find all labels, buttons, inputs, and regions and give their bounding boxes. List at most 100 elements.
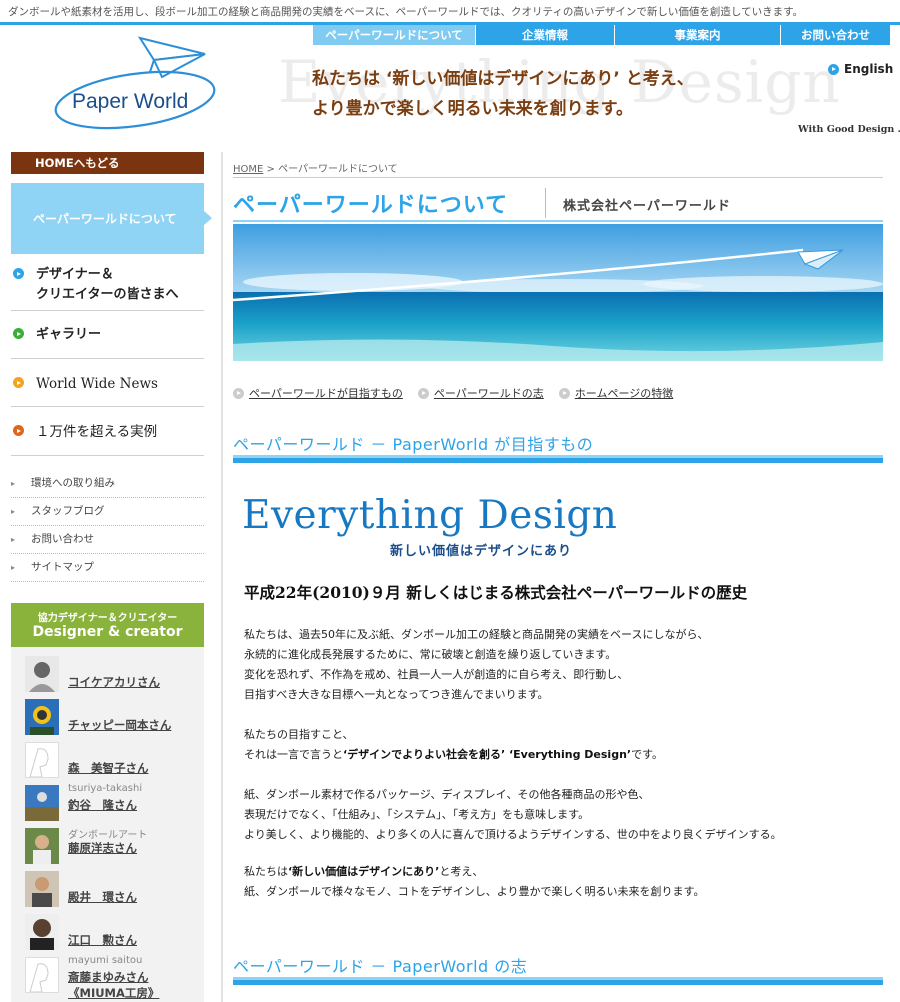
anchor-spirit[interactable]: ペーパーワールドの志 <box>417 385 544 401</box>
designer-name[interactable]: 斎藤まゆみさん <box>68 969 149 985</box>
paragraph-3: 紙、ダンボール素材で作るパッケージ、ディスプレイ、その他各種商品の形や色、 表現… <box>244 785 782 845</box>
sidebar-sub-sitemap[interactable]: サイトマップ <box>11 554 204 582</box>
designer-entry[interactable]: mayumi saitou 斎藤まゆみさん 《MIUMA工房》 <box>25 955 200 1002</box>
designer-photo <box>25 828 59 864</box>
designer-entry[interactable]: コイケアカリさん <box>25 656 200 694</box>
designer-name[interactable]: 藤原洋志さん <box>68 840 137 856</box>
sidebar-sub-blog[interactable]: スタッフブログ <box>11 498 204 526</box>
designer-entry[interactable]: 森 美智子さん <box>25 742 200 780</box>
sidebar-sub-environment[interactable]: 環境への取り組み <box>11 470 204 498</box>
anchor-goal-label: ペーパーワールドが目指すもの <box>249 387 403 400</box>
sidebar-item-label: World Wide News <box>36 376 158 392</box>
paragraph-line: 私たちは、過去50年に及ぶ紙、ダンボール加工の経験と商品開発の実績をベースにしな… <box>244 628 709 641</box>
breadcrumb-home[interactable]: HOME <box>233 164 263 175</box>
nav-company[interactable]: 企業情報 <box>475 25 614 45</box>
anchor-spirit-label: ペーパーワールドの志 <box>433 387 544 400</box>
paragraph-line: 変化を恐れず、不作為を戒め、社員一人一人が創造的に自ら考え、即行動し、 <box>244 668 629 681</box>
designer-photo <box>25 785 59 821</box>
page-title: ペーパーワールドについて <box>233 193 509 218</box>
designer-photo <box>25 871 59 907</box>
paragraph-line: それは一言で言うと‘デザインでよりよい社会を創る’ ‘Everything De… <box>244 745 663 765</box>
emphasis: ‘新しい価値はデザインにあり’ <box>288 865 440 878</box>
designer-entry[interactable]: tsuriya-takashi 釣谷 隆さん <box>25 783 200 823</box>
designer-entry[interactable]: チャッピー岡本さん <box>25 699 200 737</box>
designer-list: コイケアカリさん チャッピー岡本さん 森 美智子さん tsuriya-takas… <box>11 647 204 1002</box>
designer-subtitle: ダンボールアート <box>68 830 148 841</box>
designer-name[interactable]: 殿井 環さん <box>68 889 137 905</box>
arrow-circle-icon <box>558 387 570 399</box>
sidebar-sub-contact[interactable]: お問い合わせ <box>11 526 204 554</box>
paragraph-line: 目指すべき大きな目標へ一丸となってつき進んでまいります。 <box>244 688 549 701</box>
designer-creator-header: 協力デザイナー＆クリエイター Designer & creator <box>11 603 204 647</box>
designer-photo <box>25 656 59 692</box>
designer-head-big: Designer & creator <box>32 624 183 640</box>
designer-name[interactable]: 釣谷 隆さん <box>68 797 137 813</box>
paragraph-line: 私たちは‘新しい価値はデザインにあり’と考え、 <box>244 862 704 882</box>
designer-photo <box>25 914 59 950</box>
nav-business[interactable]: 事業案内 <box>614 25 780 45</box>
designer-photo-placeholder <box>25 957 59 993</box>
text: です。 <box>631 748 663 761</box>
arrow-circle-icon <box>417 387 429 399</box>
sidebar-current-about[interactable]: ペーパーワールドについて <box>11 183 212 254</box>
emphasis: ‘デザインでよりよい社会を創る’ ‘Everything Design’ <box>343 748 632 761</box>
breadcrumb-rule <box>233 177 883 178</box>
paragraph-line: 永続的に進化成長発展するために、常に破壊と創造を繰り返していきます。 <box>244 648 617 661</box>
sidebar-item-news[interactable]: World Wide News <box>11 374 204 407</box>
designer-name[interactable]: 森 美智子さん <box>68 760 149 776</box>
english-label: English <box>844 62 894 76</box>
hero-small-text: With Good Design ... <box>798 124 900 135</box>
text: と考え、 <box>439 865 484 878</box>
paper-world-logo[interactable]: Paper World <box>50 32 225 137</box>
section-bar <box>233 977 883 985</box>
paragraph-2: 私たちの目指すこと、 それは一言で言うと‘デザインでよりよい社会を創る’ ‘Ev… <box>244 725 663 765</box>
title-separator <box>545 188 546 218</box>
sidebar-item-label: ギャラリー <box>36 327 102 342</box>
paragraph-1: 私たちは、過去50年に及ぶ紙、ダンボール加工の経験と商品開発の実績をベースにしな… <box>244 625 708 705</box>
text: 私たちは <box>244 865 288 878</box>
designer-entry[interactable]: 殿井 環さん <box>25 871 200 909</box>
nav-contact[interactable]: お問い合わせ <box>780 25 890 45</box>
anchor-goal[interactable]: ペーパーワールドが目指すもの <box>233 385 403 401</box>
breadcrumb: HOME > ペーパーワールドについて <box>233 160 398 175</box>
designer-photo-placeholder <box>25 742 59 778</box>
hero-line-2: より豊かで楽しく明るい未来を創ります。 <box>312 99 633 119</box>
section-heading-goal: ペーパーワールド － PaperWorld が目指すもの <box>233 435 594 454</box>
company-name: 株式会社ペーパーワールド <box>563 199 731 214</box>
orange-arrow-icon <box>13 377 24 388</box>
blue-arrow-icon <box>13 268 24 279</box>
arrow-circle-icon <box>233 387 244 399</box>
designer-name[interactable]: 江口 勲さん <box>68 932 137 948</box>
anchor-features-label: ホームページの特徴 <box>574 387 674 400</box>
section-heading-spirit: ペーパーワールド － PaperWorld の志 <box>233 957 528 976</box>
paragraph-line: より美しく、より機能的、より多くの人に喜んで頂けるようデザインする、世の中をより… <box>244 828 782 841</box>
text: それは一言で言うと <box>244 748 343 761</box>
paragraph-line: 紙、ダンボールで様々なモノ、コトをデザインし、より豊かで楽しく明るい未来を創りま… <box>244 885 705 898</box>
nav-about[interactable]: ペーパーワールドについて <box>312 25 475 45</box>
paragraph-line: 私たちの目指すこと、 <box>244 728 354 741</box>
designer-entry[interactable]: 江口 勲さん <box>25 914 200 952</box>
everything-design-title: Everything Design <box>242 493 618 538</box>
home-button[interactable]: HOMEへもどる <box>11 152 204 174</box>
designer-head-small: 協力デザイナー＆クリエイター <box>37 613 178 624</box>
column-divider <box>221 152 223 1002</box>
page-anchor-links: ペーパーワールドが目指すもの ペーパーワールドの志 ホームページの特徴 <box>233 385 673 401</box>
english-link[interactable]: English <box>828 62 893 76</box>
history-heading: 平成22年(2010)９月 新しくはじまる株式会社ペーパーワールドの歴史 <box>244 583 748 602</box>
section-bar <box>233 455 883 463</box>
red-arrow-icon <box>13 425 24 436</box>
designer-name-2[interactable]: 《MIUMA工房》 <box>68 985 159 1001</box>
hero-line-1: 私たちは ‘新しい価値はデザインにあり’ と考え、 <box>312 69 694 89</box>
designer-name[interactable]: チャッピー岡本さん <box>68 717 171 733</box>
paragraph-line: 紙、ダンボール素材で作るパッケージ、ディスプレイ、その他各種商品の形や色、 <box>244 788 650 801</box>
designer-name[interactable]: コイケアカリさん <box>68 674 160 690</box>
designer-entry[interactable]: ダンボールアート 藤原洋志さん <box>25 828 200 866</box>
anchor-features[interactable]: ホームページの特徴 <box>558 385 674 401</box>
sidebar-item-examples[interactable]: １万件を超える実例 <box>11 422 204 456</box>
paragraph-line: 表現だけでなく、「仕組み」、「システム」、「考え方」をも意味します。 <box>244 808 590 821</box>
paragraph-4: 私たちは‘新しい価値はデザインにあり’と考え、 紙、ダンボールで様々なモノ、コト… <box>244 862 704 902</box>
breadcrumb-current: > ペーパーワールドについて <box>263 164 398 175</box>
sidebar-item-gallery[interactable]: ギャラリー <box>11 325 204 359</box>
green-arrow-icon <box>13 328 24 339</box>
sidebar-item-designers[interactable]: デザイナー＆ クリエイターの皆さまへ <box>11 265 204 311</box>
